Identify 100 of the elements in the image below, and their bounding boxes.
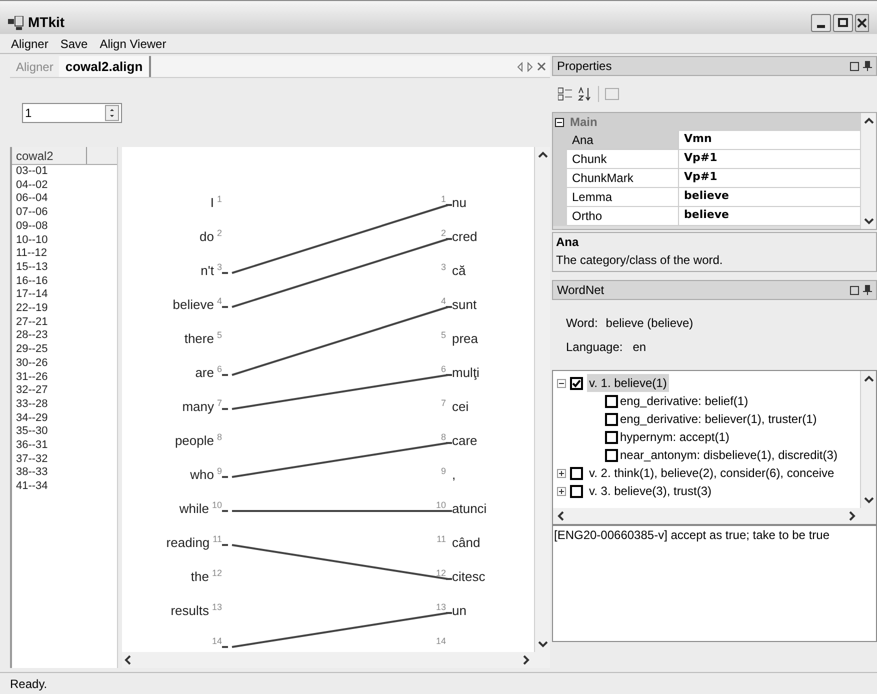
property-name[interactable]: Chunk: [567, 150, 679, 169]
list-item[interactable]: 38--33: [12, 466, 117, 480]
menu-item[interactable]: Aligner: [11, 34, 48, 52]
list-item[interactable]: 33--28: [12, 398, 117, 412]
list-item[interactable]: 04--02: [12, 178, 117, 192]
tree-item[interactable]: v. 3. believe(3), trust(3): [587, 482, 714, 500]
list-item[interactable]: 34--29: [12, 412, 117, 426]
target-word[interactable]: care: [452, 431, 478, 450]
property-name[interactable]: ChunkMark: [567, 169, 679, 188]
tree-item[interactable]: near_antonym: disbelieve(1), discredit(3): [620, 446, 838, 464]
number-spinner[interactable]: 1: [22, 102, 122, 122]
tree-item[interactable]: v. 2. think(1), believe(2), consider(6), conceive: [587, 464, 836, 482]
list-item[interactable]: 31--26: [12, 370, 117, 384]
list-item[interactable]: 11--12: [12, 247, 117, 261]
source-word[interactable]: reading: [166, 533, 210, 552]
list-item[interactable]: 36--31: [12, 439, 117, 453]
target-word[interactable]: sunt: [452, 295, 477, 314]
source-word[interactable]: there: [184, 329, 214, 348]
list-item[interactable]: 10--10: [12, 234, 117, 248]
checkbox[interactable]: [605, 448, 618, 462]
source-word[interactable]: believe: [172, 295, 214, 314]
list-item[interactable]: 16--16: [12, 274, 117, 288]
alignment-line[interactable]: [232, 442, 448, 478]
collapse-icon[interactable]: [555, 118, 564, 126]
source-word[interactable]: the: [190, 567, 209, 586]
tree-item[interactable]: v. 1. believe(1): [587, 374, 669, 392]
expand-icon[interactable]: [557, 468, 566, 478]
property-value[interactable]: believe: [679, 188, 860, 207]
source-word[interactable]: while: [179, 499, 209, 518]
property-value[interactable]: Vmn: [679, 131, 860, 150]
list-item[interactable]: 06--04: [12, 192, 117, 206]
close-icon[interactable]: [537, 62, 546, 71]
target-word[interactable]: atunci: [452, 499, 487, 518]
list-item[interactable]: 15--13: [12, 260, 117, 275]
checkbox[interactable]: [570, 484, 583, 498]
list-item[interactable]: 03--01: [12, 165, 117, 179]
window-icon[interactable]: [850, 286, 859, 294]
property-value[interactable]: Vp#1: [679, 169, 860, 188]
scrollbar[interactable]: [860, 371, 876, 508]
list-item[interactable]: 28--23: [12, 329, 117, 344]
minimize-button[interactable]: [811, 14, 831, 32]
scrollbar[interactable]: [860, 113, 876, 229]
list-item[interactable]: 07--06: [12, 206, 117, 220]
list-item[interactable]: 22--19: [12, 302, 117, 316]
spin-arrows-icon[interactable]: [105, 104, 119, 120]
checkbox[interactable]: [570, 466, 583, 480]
list-item[interactable]: 09--08: [12, 220, 117, 234]
source-word[interactable]: n't: [200, 261, 214, 280]
source-word[interactable]: do: [200, 227, 214, 246]
list-item[interactable]: 29--25: [12, 343, 117, 357]
target-word[interactable]: că: [452, 261, 466, 280]
target-word[interactable]: un: [452, 601, 466, 620]
scrollbar[interactable]: [534, 147, 550, 652]
collapse-icon[interactable]: [557, 378, 566, 388]
categorized-icon[interactable]: [558, 87, 572, 101]
window-icon[interactable]: [850, 62, 859, 70]
list-item[interactable]: 41--34: [12, 480, 117, 494]
property-name[interactable]: Ana: [567, 131, 679, 150]
tab[interactable]: cowal2.align: [59, 56, 151, 77]
source-word[interactable]: are: [195, 363, 214, 382]
horizontal-scrollbar[interactable]: [553, 508, 876, 524]
sort-az-icon[interactable]: [578, 87, 592, 101]
target-word[interactable]: cei: [452, 397, 469, 416]
pin-icon[interactable]: [863, 61, 872, 71]
alignment-line[interactable]: [232, 238, 448, 308]
menu-item[interactable]: Save: [60, 34, 88, 52]
checkbox[interactable]: [605, 394, 618, 408]
property-value[interactable]: Vp#1: [679, 150, 860, 169]
target-word[interactable]: când: [452, 533, 480, 552]
alignment-line[interactable]: [232, 612, 448, 648]
horizontal-scrollbar[interactable]: [122, 652, 550, 668]
target-word[interactable]: nu: [452, 193, 466, 212]
list-item[interactable]: 30--26: [12, 356, 117, 371]
target-word[interactable]: cred: [452, 227, 478, 246]
list-item[interactable]: 27--21: [12, 316, 117, 330]
menu-item[interactable]: Align Viewer: [100, 34, 166, 52]
property-name[interactable]: Lemma: [567, 188, 679, 207]
target-word[interactable]: citesc: [452, 567, 486, 586]
pin-icon[interactable]: [863, 285, 872, 295]
expand-icon[interactable]: [557, 486, 566, 496]
alignment-line[interactable]: [232, 374, 448, 410]
source-word[interactable]: many: [182, 397, 214, 416]
close-button[interactable]: [855, 14, 869, 32]
source-word[interactable]: who: [190, 465, 214, 484]
alignment-line[interactable]: [232, 306, 448, 376]
target-word[interactable]: mulţi: [452, 363, 480, 382]
maximize-button[interactable]: [833, 14, 853, 32]
property-name[interactable]: Ortho: [567, 207, 679, 226]
target-word[interactable]: prea: [452, 329, 478, 348]
source-word[interactable]: people: [174, 431, 214, 450]
source-word[interactable]: results: [170, 601, 209, 620]
list-item[interactable]: 17--14: [12, 288, 117, 302]
tree-item[interactable]: eng_derivative: belief(1): [620, 392, 748, 410]
checkbox[interactable]: [605, 412, 618, 426]
list-item[interactable]: 32--27: [12, 384, 117, 398]
checkbox[interactable]: [605, 430, 618, 444]
alignment-line[interactable]: [232, 204, 448, 274]
list-item[interactable]: 35--30: [12, 425, 117, 440]
property-value[interactable]: believe: [679, 207, 860, 226]
checked-checkbox[interactable]: [570, 376, 583, 390]
